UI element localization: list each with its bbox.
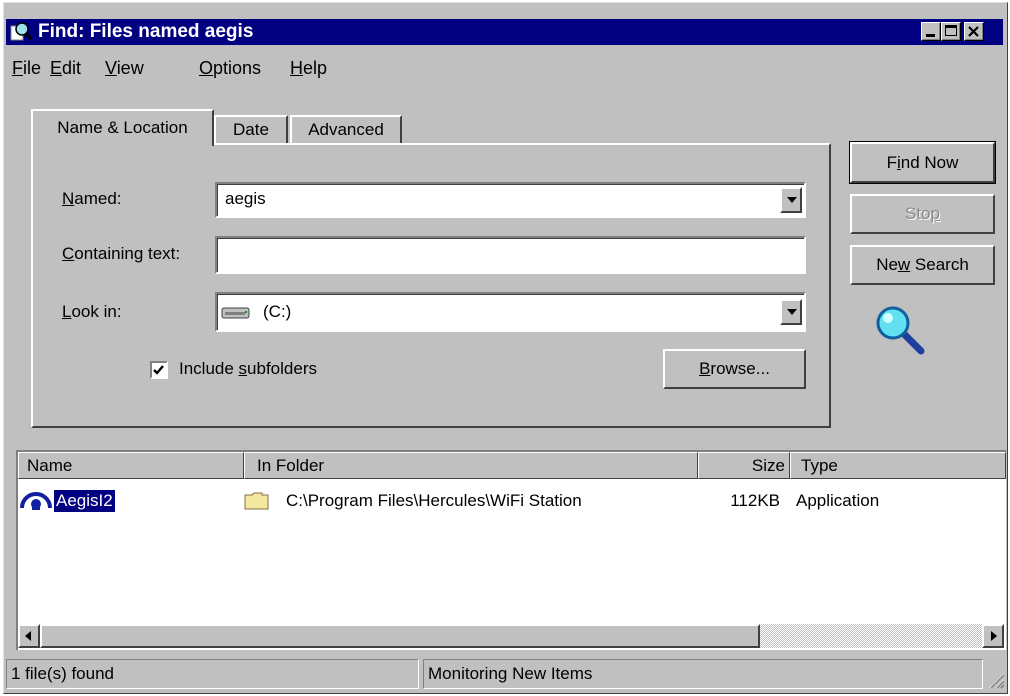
scroll-left-button[interactable] — [18, 624, 40, 648]
checkmark-icon — [153, 365, 164, 375]
look-in-combobox[interactable]: (C:) — [215, 292, 806, 332]
arrow-left-icon — [25, 631, 31, 641]
title-bar[interactable]: Find: Files named aegis — [6, 19, 1003, 45]
resize-grip-icon[interactable] — [986, 670, 1006, 690]
containing-text-label: Containing text: — [62, 244, 181, 263]
named-combobox[interactable]: aegis — [215, 182, 806, 218]
browse-button[interactable]: Browse... — [663, 349, 806, 389]
tab-date[interactable]: Date — [214, 115, 288, 143]
application-icon — [20, 492, 52, 510]
menu-file[interactable]: File — [12, 56, 41, 80]
menu-options[interactable]: Options — [199, 56, 261, 80]
look-in-dropdown-button[interactable] — [780, 299, 802, 325]
menu-edit[interactable]: Edit — [50, 56, 81, 80]
named-dropdown-button[interactable] — [780, 187, 802, 213]
tab-advanced[interactable]: Advanced — [290, 115, 402, 143]
chevron-down-icon — [787, 197, 797, 203]
status-monitoring: Monitoring New Items — [423, 659, 983, 689]
status-found-count: 1 file(s) found — [6, 659, 419, 689]
result-type: Application — [796, 491, 880, 510]
result-folder: C:\Program Files\Hercules\WiFi Station — [286, 491, 582, 510]
minimize-button[interactable] — [921, 22, 941, 41]
find-magnifier-icon — [10, 22, 32, 41]
result-name[interactable]: AegisI2 — [53, 489, 116, 513]
scroll-right-button[interactable] — [982, 624, 1004, 648]
find-now-button[interactable]: Find Now — [849, 141, 996, 184]
magnifier-icon — [876, 306, 925, 355]
scroll-thumb[interactable] — [40, 624, 760, 648]
maximize-button[interactable] — [941, 22, 961, 41]
menu-view[interactable]: View — [105, 56, 144, 80]
result-size: 112KB — [730, 491, 780, 510]
column-header-size[interactable]: Size — [698, 452, 790, 479]
containing-text-input[interactable] — [215, 236, 806, 274]
close-button[interactable] — [964, 22, 984, 41]
look-in-value: (C:) — [263, 302, 292, 321]
stop-button[interactable]: Stop — [850, 194, 995, 234]
look-in-label: Look in: — [62, 302, 122, 321]
minimize-icon — [926, 34, 935, 37]
horizontal-scrollbar[interactable] — [18, 624, 1004, 648]
arrow-right-icon — [991, 631, 997, 641]
results-list[interactable]: Name In Folder Size Type AegisI2 C:\Prog… — [16, 450, 1006, 650]
folder-icon — [244, 492, 269, 510]
new-search-button[interactable]: New Search — [850, 245, 995, 285]
chevron-down-icon — [787, 309, 797, 315]
window-title: Find: Files named aegis — [38, 21, 254, 42]
close-icon — [968, 26, 979, 37]
include-subfolders-checkbox[interactable] — [150, 361, 168, 379]
maximize-icon — [945, 25, 957, 36]
column-header-name[interactable]: Name — [18, 452, 244, 479]
include-subfolders-label[interactable]: Include subfolders — [179, 358, 317, 380]
hard-drive-icon — [221, 307, 250, 319]
named-value: aegis — [225, 189, 266, 208]
tab-name-location[interactable]: Name & Location — [31, 109, 214, 146]
column-header-folder[interactable]: In Folder — [244, 452, 698, 479]
column-header-type[interactable]: Type — [790, 452, 1006, 479]
named-label: Named: — [62, 189, 122, 208]
menu-help[interactable]: Help — [290, 56, 327, 80]
